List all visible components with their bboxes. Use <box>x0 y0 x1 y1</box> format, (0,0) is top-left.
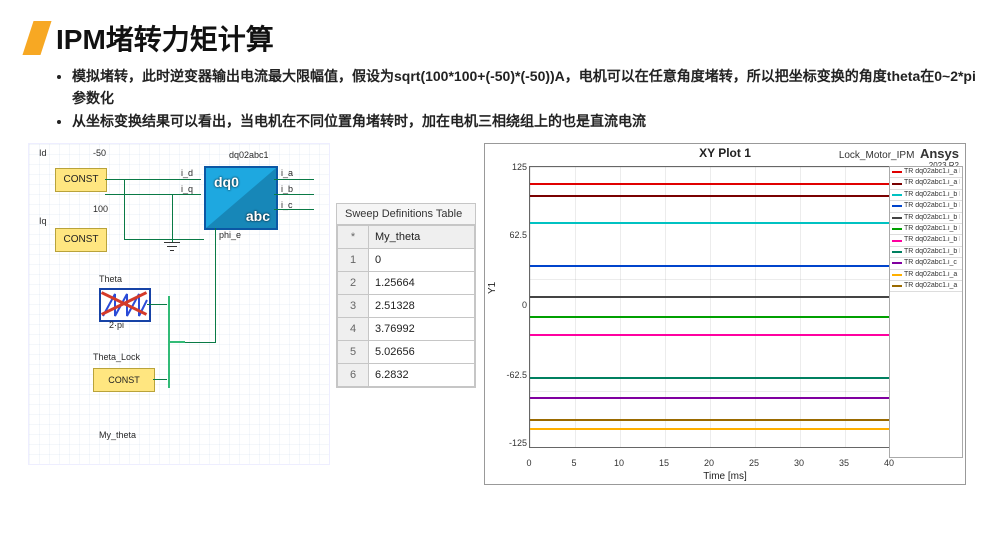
id-label: Id <box>39 148 47 158</box>
legend: TR dq02abc1.i_a My_theta='5.02656'TR dq0… <box>889 166 963 458</box>
xtick: 5 <box>571 458 576 468</box>
page-title: IPM堵转力矩计算 <box>56 18 274 58</box>
sweep-col: My_theta <box>369 226 475 249</box>
port-ib: i_b <box>281 184 293 194</box>
block-name: dq02abc1 <box>229 150 269 160</box>
table-row: 32.51328 <box>338 295 475 318</box>
legend-item: TR dq02abc1.i_c <box>890 258 962 269</box>
two-pi-label: 2·pi <box>109 320 124 330</box>
legend-item: TR dq02abc1.i_b My_theta='1.25664' <box>890 201 962 212</box>
xtick: 25 <box>749 458 759 468</box>
ytick: -62.5 <box>497 370 527 380</box>
theta-label: Theta <box>99 274 122 284</box>
sweep-header: Sweep Definitions Table <box>337 204 475 225</box>
series-line <box>530 183 890 185</box>
ytick: 125 <box>497 162 527 172</box>
y-axis-label: Y1 <box>487 282 498 294</box>
xtick: 15 <box>659 458 669 468</box>
ytick: 0 <box>497 300 527 310</box>
port-ia: i_a <box>281 168 293 178</box>
table-row: 55.02656 <box>338 341 475 364</box>
bullet-item: 从坐标变换结果可以看出，当电机在不同位置角堵转时，加在电机三相绕组上的也是直流电… <box>72 111 977 133</box>
legend-item: TR dq02abc1.i_b My_theta='3.76992' <box>890 224 962 235</box>
title-accent <box>22 21 51 55</box>
series-line <box>530 377 890 379</box>
const-block-iq: CONST <box>55 228 107 252</box>
series-line <box>530 334 890 336</box>
series-line <box>530 397 890 399</box>
xtick: 20 <box>704 458 714 468</box>
ytick: -125 <box>497 438 527 448</box>
series-line <box>530 316 890 318</box>
xy-plot: XY Plot 1 Lock_Motor_IPM Ansys 2023 R2 Y… <box>484 143 966 485</box>
phi-label: phi_e <box>219 230 241 240</box>
port-iq: i_q <box>181 184 193 194</box>
table-row: 66.2832 <box>338 364 475 387</box>
bullet-list: 模拟堵转，此时逆变器输出电流最大限幅值，假设为sqrt(100*100+(-50… <box>32 66 977 133</box>
iq-label: Iq <box>39 216 47 226</box>
sweep-table: *My_theta 10 21.25664 32.51328 43.76992 … <box>337 225 475 387</box>
block-diagram: Id -50 CONST Iq 100 CONST i_d i_q i_a i_… <box>28 143 330 465</box>
dq0-label: dq0 <box>214 174 239 190</box>
legend-item: TR dq02abc1.i_b My_theta='5.02656' <box>890 235 962 246</box>
legend-item: TR dq02abc1.i_b My_theta='6.2832' <box>890 247 962 258</box>
theta-lock-label: Theta_Lock <box>93 352 140 362</box>
series-line <box>530 195 890 197</box>
xtick: 10 <box>614 458 624 468</box>
series-line <box>530 428 890 430</box>
const-block-id: CONST <box>55 168 107 192</box>
legend-item: TR dq02abc1.i_a <box>890 270 962 281</box>
bullet-item: 模拟堵转，此时逆变器输出电流最大限幅值，假设为sqrt(100*100+(-50… <box>72 66 977 109</box>
series-line <box>530 296 890 298</box>
series-line <box>530 419 890 421</box>
id-value: -50 <box>93 148 106 158</box>
xtick: 35 <box>839 458 849 468</box>
xtick: 30 <box>794 458 804 468</box>
my-theta-label: My_theta <box>99 430 136 440</box>
ground-icon <box>164 242 180 256</box>
dq0abc-block: dq0 abc <box>204 166 278 230</box>
legend-item: TR dq02abc1.i_a My_theta='6.2832' <box>890 178 962 189</box>
series-line <box>530 222 890 224</box>
legend-item: TR dq02abc1.i_a My_theta='5.02656' <box>890 167 962 178</box>
xtick: 0 <box>526 458 531 468</box>
legend-item: TR dq02abc1.i_b My_theta='2.51328' <box>890 213 962 224</box>
const-block-thetalock: CONST <box>93 368 155 392</box>
selector-icon <box>167 296 187 388</box>
port-id: i_d <box>181 168 193 178</box>
legend-item: TR dq02abc1.i_b My_theta='0' <box>890 190 962 201</box>
abc-label: abc <box>246 208 270 224</box>
iq-value: 100 <box>93 204 108 214</box>
sweep-panel: Sweep Definitions Table *My_theta 10 21.… <box>336 203 476 388</box>
x-axis-label: Time [ms] <box>485 471 965 482</box>
series-line <box>530 265 890 267</box>
legend-item: TR dq02abc1.i_a <box>890 281 962 292</box>
table-row: 10 <box>338 249 475 272</box>
table-row: 21.25664 <box>338 272 475 295</box>
ytick: 62.5 <box>497 230 527 240</box>
table-row: 43.76992 <box>338 318 475 341</box>
xtick: 40 <box>884 458 894 468</box>
